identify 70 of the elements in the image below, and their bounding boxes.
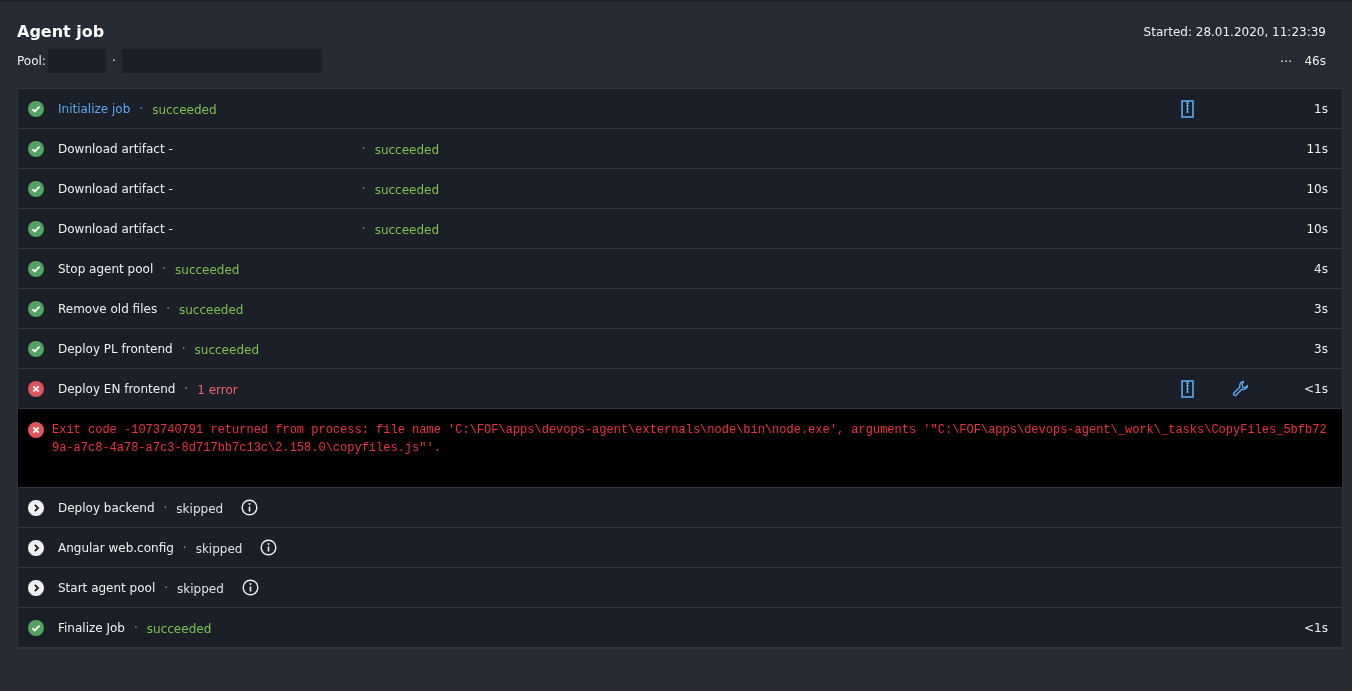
step-name[interactable]: Download artifact -	[58, 221, 173, 236]
job-title: Agent job	[17, 21, 105, 43]
step-row[interactable]: Deploy backend · skipped	[18, 488, 1342, 528]
more-button[interactable]: ···	[1280, 53, 1293, 69]
step-status: succeeded	[374, 182, 440, 197]
step-duration: 3s	[1313, 301, 1328, 316]
separator-dot: ·	[361, 141, 366, 156]
step-duration: 10s	[1305, 181, 1328, 196]
step-name[interactable]: Deploy EN frontend	[58, 381, 176, 396]
error-circle-icon	[28, 422, 44, 438]
step-status: succeeded	[374, 222, 440, 237]
separator-dot: ·	[166, 301, 170, 316]
pool-label: Pool:	[17, 54, 46, 68]
separator-dot: ·	[163, 500, 168, 515]
step-status: skipped	[177, 581, 224, 596]
info-icon[interactable]	[241, 499, 259, 516]
info-icon[interactable]	[260, 539, 278, 556]
zip-file-icon[interactable]	[1180, 99, 1194, 118]
step-duration: 10s	[1305, 221, 1328, 236]
step-duration: <1s	[1303, 381, 1328, 396]
step-row[interactable]: Angular web.config · skipped	[18, 528, 1342, 568]
job-duration: 46s	[1304, 54, 1326, 68]
step-status: succeeded	[146, 621, 212, 636]
step-name[interactable]: Download artifact -	[58, 141, 173, 156]
step-name[interactable]: Finalize Job	[58, 620, 125, 635]
step-status: succeeded	[179, 302, 244, 317]
step-name[interactable]: Download artifact -	[58, 181, 173, 196]
step-row[interactable]: Remove old files · succeeded 3s	[18, 289, 1342, 329]
step-status: succeeded	[152, 102, 217, 117]
step-name[interactable]: Start agent pool	[58, 580, 156, 595]
step-name[interactable]: Initialize job	[58, 101, 131, 116]
step-duration: <1s	[1303, 620, 1328, 635]
separator-dot: ·	[361, 181, 366, 196]
step-row[interactable]: Download artifact - · succeeded 11s	[18, 129, 1342, 169]
step-name[interactable]: Remove old files	[58, 301, 158, 316]
step-status: succeeded	[194, 342, 259, 357]
separator-dot: ·	[134, 620, 138, 635]
step-row[interactable]: Start agent pool · skipped	[18, 568, 1342, 608]
step-name[interactable]: Deploy PL frontend	[58, 341, 173, 356]
step-row[interactable]: Finalize Job · succeeded <1s	[18, 608, 1342, 648]
step-row[interactable]: Initialize job · succeeded 1s	[18, 89, 1342, 129]
step-status: succeeded	[175, 262, 240, 277]
separator-dot: ·	[182, 540, 187, 555]
step-duration: 11s	[1305, 141, 1328, 156]
step-status: 1 error	[197, 382, 238, 397]
started-time: Started: 28.01.2020, 11:23:39	[1143, 24, 1326, 41]
step-row[interactable]: Download artifact - · succeeded 10s	[18, 209, 1342, 249]
separator-dot: ·	[181, 341, 186, 356]
step-duration: 3s	[1313, 341, 1328, 356]
step-row[interactable]: Stop agent pool · succeeded 4s	[18, 249, 1342, 289]
separator-dot: ·	[111, 54, 116, 68]
zip-file-icon[interactable]	[1180, 379, 1194, 398]
separator-dot: ·	[162, 261, 167, 276]
separator-dot: ·	[164, 580, 169, 595]
step-status: succeeded	[374, 142, 440, 157]
separator-dot: ·	[361, 221, 366, 236]
separator-dot: ·	[139, 101, 144, 116]
info-icon[interactable]	[241, 579, 259, 596]
error-message: Exit code -1073740791 returned from process: file name 'C:\FOF\apps\devops-agent\externals\node\bin\node.exe', arguments '"C:\FOF\apps\devops-agent\_work\_tasks\CopyFiles_5bfb729a-a7c8-4a78-a7c3-8d717bb7c13c\2.158.0\copyfiles.js"'.	[52, 422, 1328, 457]
step-duration: 1s	[1313, 101, 1328, 116]
separator-dot: ·	[184, 381, 189, 396]
step-duration: 4s	[1313, 261, 1328, 276]
step-name[interactable]: Angular web.config	[58, 540, 174, 555]
step-row[interactable]: Download artifact - · succeeded 10s	[18, 169, 1342, 209]
step-name[interactable]: Deploy backend	[58, 500, 155, 515]
step-status: skipped	[195, 541, 243, 556]
wrench-icon[interactable]	[1232, 379, 1250, 398]
step-row[interactable]: Deploy PL frontend · succeeded 3s	[18, 329, 1342, 369]
step-name[interactable]: Stop agent pool	[58, 261, 154, 276]
step-status: skipped	[176, 501, 224, 516]
